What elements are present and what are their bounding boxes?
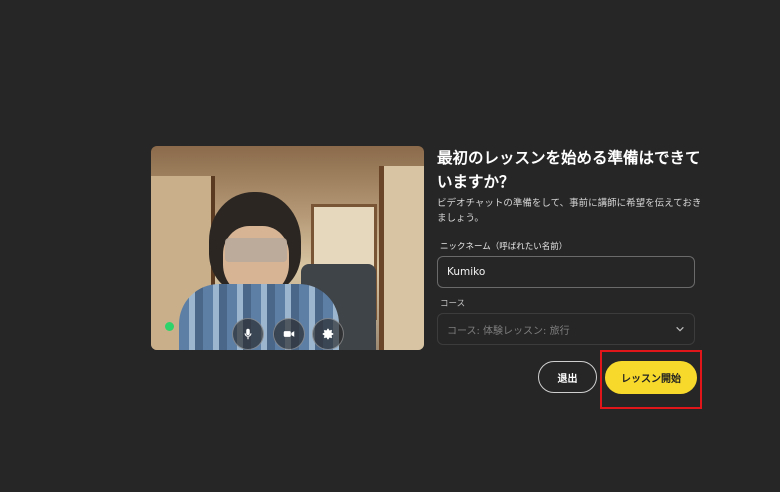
camera-button[interactable] bbox=[273, 318, 305, 350]
nickname-label: ニックネーム（呼ばれたい名前） bbox=[440, 242, 568, 252]
video-camera-icon bbox=[283, 331, 295, 337]
camera-preview bbox=[151, 146, 424, 350]
status-indicator bbox=[165, 322, 174, 331]
settings-button[interactable] bbox=[312, 318, 344, 350]
face-blur bbox=[225, 238, 287, 262]
microphone-button[interactable] bbox=[232, 318, 264, 350]
chevron-down-icon bbox=[676, 326, 684, 332]
nickname-input[interactable]: Kumiko bbox=[437, 256, 695, 288]
page-title: 最初のレッスンを始める準備はできていますか？ bbox=[437, 149, 701, 191]
course-label: コース bbox=[440, 299, 466, 309]
page-subtitle: ビデオチャットの準備をして、事前に講師に希望を伝えておきましょう。 bbox=[437, 198, 702, 224]
course-select[interactable]: コース: 体験レッスン: 旅行 bbox=[437, 313, 695, 345]
exit-button[interactable]: 退出 bbox=[538, 361, 597, 393]
start-lesson-button[interactable]: レッスン開始 bbox=[605, 361, 697, 394]
course-value: コース: 体験レッスン: 旅行 bbox=[447, 325, 570, 337]
nickname-value: Kumiko bbox=[447, 266, 486, 278]
gear-icon bbox=[322, 328, 334, 340]
microphone-icon bbox=[244, 328, 252, 340]
